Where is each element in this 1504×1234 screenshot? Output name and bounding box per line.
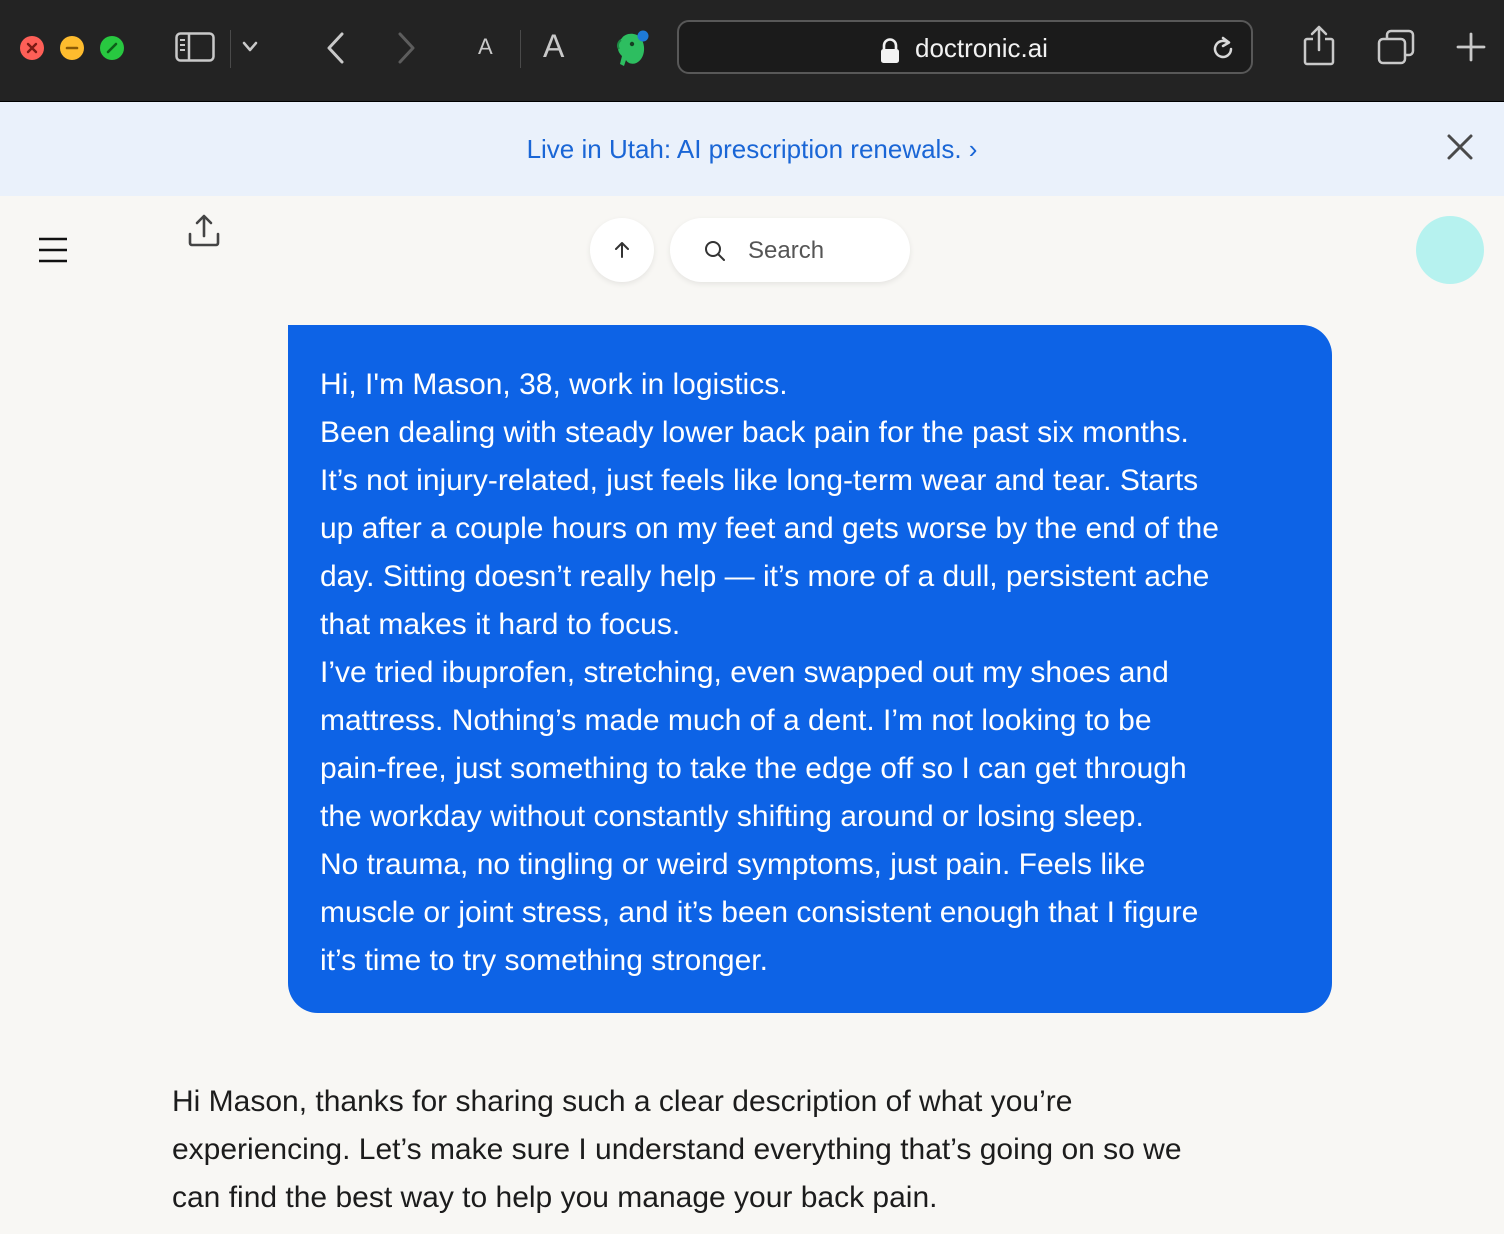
tab-overview-button[interactable]: [1377, 29, 1415, 65]
reload-icon[interactable]: [1209, 35, 1237, 63]
toolbar-divider: [520, 30, 521, 68]
assistant-message-line: can find the best way to help you manage…: [172, 1181, 938, 1214]
evernote-elephant-icon: [616, 30, 649, 66]
user-message-line: No trauma, no tingling or weird symptoms…: [320, 848, 1146, 881]
scroll-to-top-button[interactable]: [590, 218, 654, 282]
back-button[interactable]: [324, 31, 348, 65]
banner-link[interactable]: Live in Utah: AI prescription renewals. …: [0, 134, 1504, 165]
fullscreen-icon: [106, 42, 118, 54]
menu-icon[interactable]: [38, 237, 68, 263]
browser-toolbar: A A doctronic.ai: [0, 0, 1504, 102]
sidebar-toggle-button[interactable]: [175, 32, 215, 62]
search-icon: [705, 241, 725, 261]
user-message-line: that makes it hard to focus.: [320, 608, 681, 641]
user-message-line: pain-free, just something to take the ed…: [320, 752, 1187, 785]
avatar[interactable]: [1416, 216, 1484, 284]
url-text: doctronic.ai: [915, 33, 1048, 63]
assistant-message-line: experiencing. Let’s make sure I understa…: [172, 1133, 1182, 1166]
user-message-line: it’s time to try something stronger.: [320, 944, 768, 977]
evernote-extension-button[interactable]: [612, 28, 654, 70]
decrease-font-button[interactable]: A: [478, 34, 493, 60]
user-message-bubble: Hi, I'm Mason, 38, work in logistics. Be…: [288, 325, 1332, 1013]
assistant-message: Hi Mason, thanks for sharing such a clea…: [172, 1078, 1352, 1222]
window-close-button[interactable]: [20, 36, 44, 60]
sidebar-icon: [175, 32, 215, 62]
chevron-left-icon: [327, 32, 344, 64]
plus-icon: [1456, 32, 1486, 62]
user-message-line: the workday without constantly shifting …: [320, 800, 1144, 833]
search-input[interactable]: [746, 232, 900, 270]
chevron-right-icon: [398, 32, 415, 64]
tabs-overview-icon: [1377, 29, 1415, 65]
forward-button[interactable]: [394, 31, 418, 65]
lock-icon: [881, 38, 899, 63]
user-message-line: It’s not injury-related, just feels like…: [320, 464, 1199, 497]
user-message-line: I’ve tried ibuprofen, stretching, even s…: [320, 656, 1169, 689]
close-icon[interactable]: [1446, 133, 1474, 161]
share-icon: [1303, 25, 1335, 66]
announcement-banner: Live in Utah: AI prescription renewals. …: [0, 102, 1504, 196]
share-button[interactable]: [1302, 25, 1336, 67]
user-message-line: mattress. Nothing’s made much of a dent.…: [320, 704, 1152, 737]
user-message-line: Hi, I'm Mason, 38, work in logistics.: [320, 368, 788, 401]
close-icon: [26, 42, 38, 54]
chevron-down-icon: [242, 41, 258, 52]
user-message-line: up after a couple hours on my feet and g…: [320, 512, 1219, 545]
user-message-line: Been dealing with steady lower back pain…: [320, 416, 1189, 449]
increase-font-button[interactable]: A: [543, 28, 564, 65]
window-minimize-button[interactable]: [60, 36, 84, 60]
tab-group-menu-button[interactable]: [242, 40, 258, 54]
share-icon[interactable]: [186, 212, 222, 248]
user-message-line: muscle or joint stress, and it’s been co…: [320, 896, 1199, 929]
minimize-icon: [65, 46, 79, 50]
address-bar[interactable]: doctronic.ai: [677, 20, 1253, 74]
user-message-line: day. Sitting doesn’t really help — it’s …: [320, 560, 1210, 593]
new-tab-button[interactable]: [1456, 32, 1486, 62]
window-fullscreen-button[interactable]: [100, 36, 124, 60]
toolbar-divider: [230, 30, 231, 68]
assistant-message-line: Hi Mason, thanks for sharing such a clea…: [172, 1085, 1073, 1118]
arrow-up-icon: [615, 242, 629, 258]
search-box[interactable]: [670, 218, 910, 282]
